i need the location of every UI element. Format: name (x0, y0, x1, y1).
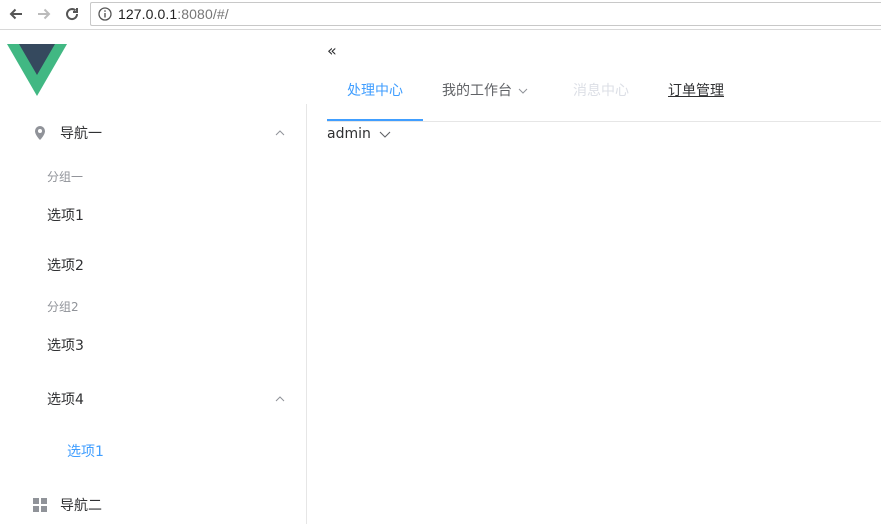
chevron-down-icon (379, 131, 391, 138)
tab-order-management[interactable]: 订单管理 (668, 70, 728, 122)
url-text: 127.0.0.1:8080/#/ (118, 6, 229, 22)
reload-icon[interactable] (61, 3, 83, 25)
tab-my-workbench[interactable]: 我的工作台 (442, 70, 542, 122)
collapse-button[interactable]: « (327, 43, 343, 59)
menu-item-option3[interactable]: 选项3 (0, 330, 306, 360)
menu-item-sub-option1[interactable]: 选项1 (0, 436, 306, 466)
chevron-up-icon (275, 396, 285, 402)
chevron-down-icon (518, 88, 528, 94)
tab-processing-center-label: 处理中心 (347, 83, 403, 99)
info-icon[interactable] (98, 7, 112, 21)
user-dropdown[interactable]: admin (327, 124, 391, 144)
back-icon[interactable] (5, 3, 27, 25)
tab-processing-center[interactable]: 处理中心 (327, 70, 423, 122)
browser-toolbar: 127.0.0.1:8080/#/ (0, 0, 881, 30)
nav1-label: 导航一 (60, 126, 102, 142)
chevron-up-icon (275, 130, 285, 136)
vue-logo-icon (7, 44, 67, 96)
sub-option1-label: 选项1 (67, 444, 104, 460)
sidebar: 导航一 分组一 选项1 选项2 分组2 选项3 选项4 选项1 导航二 (0, 104, 307, 524)
option4-label: 选项4 (47, 392, 84, 408)
option1-label: 选项1 (47, 208, 84, 224)
username: admin (327, 126, 371, 142)
menu-item-option2[interactable]: 选项2 (0, 250, 306, 280)
group-title-1: 分组一 (47, 170, 84, 184)
forward-icon[interactable] (33, 3, 55, 25)
tab-order-management-label: 订单管理 (668, 83, 724, 99)
sidebar-submenu-option4[interactable]: 选项4 (0, 384, 306, 414)
menu-item-option1[interactable]: 选项1 (0, 200, 306, 230)
group-title-2: 分组2 (47, 300, 79, 314)
sidebar-submenu-nav1[interactable]: 导航一 (0, 118, 306, 148)
nav2-label: 导航二 (60, 498, 102, 514)
tab-message-center: 消息中心 (573, 70, 633, 122)
active-tab-indicator (327, 119, 423, 121)
address-bar[interactable]: 127.0.0.1:8080/#/ (90, 2, 881, 26)
location-icon (35, 126, 45, 140)
tab-my-workbench-label: 我的工作台 (442, 83, 512, 99)
option3-label: 选项3 (47, 338, 84, 354)
sidebar-submenu-nav2[interactable]: 导航二 (0, 490, 306, 520)
top-menu: 处理中心 我的工作台 消息中心 订单管理 (327, 70, 881, 122)
tab-message-center-label: 消息中心 (573, 83, 629, 99)
option2-label: 选项2 (47, 258, 84, 274)
grid-icon (33, 498, 47, 512)
